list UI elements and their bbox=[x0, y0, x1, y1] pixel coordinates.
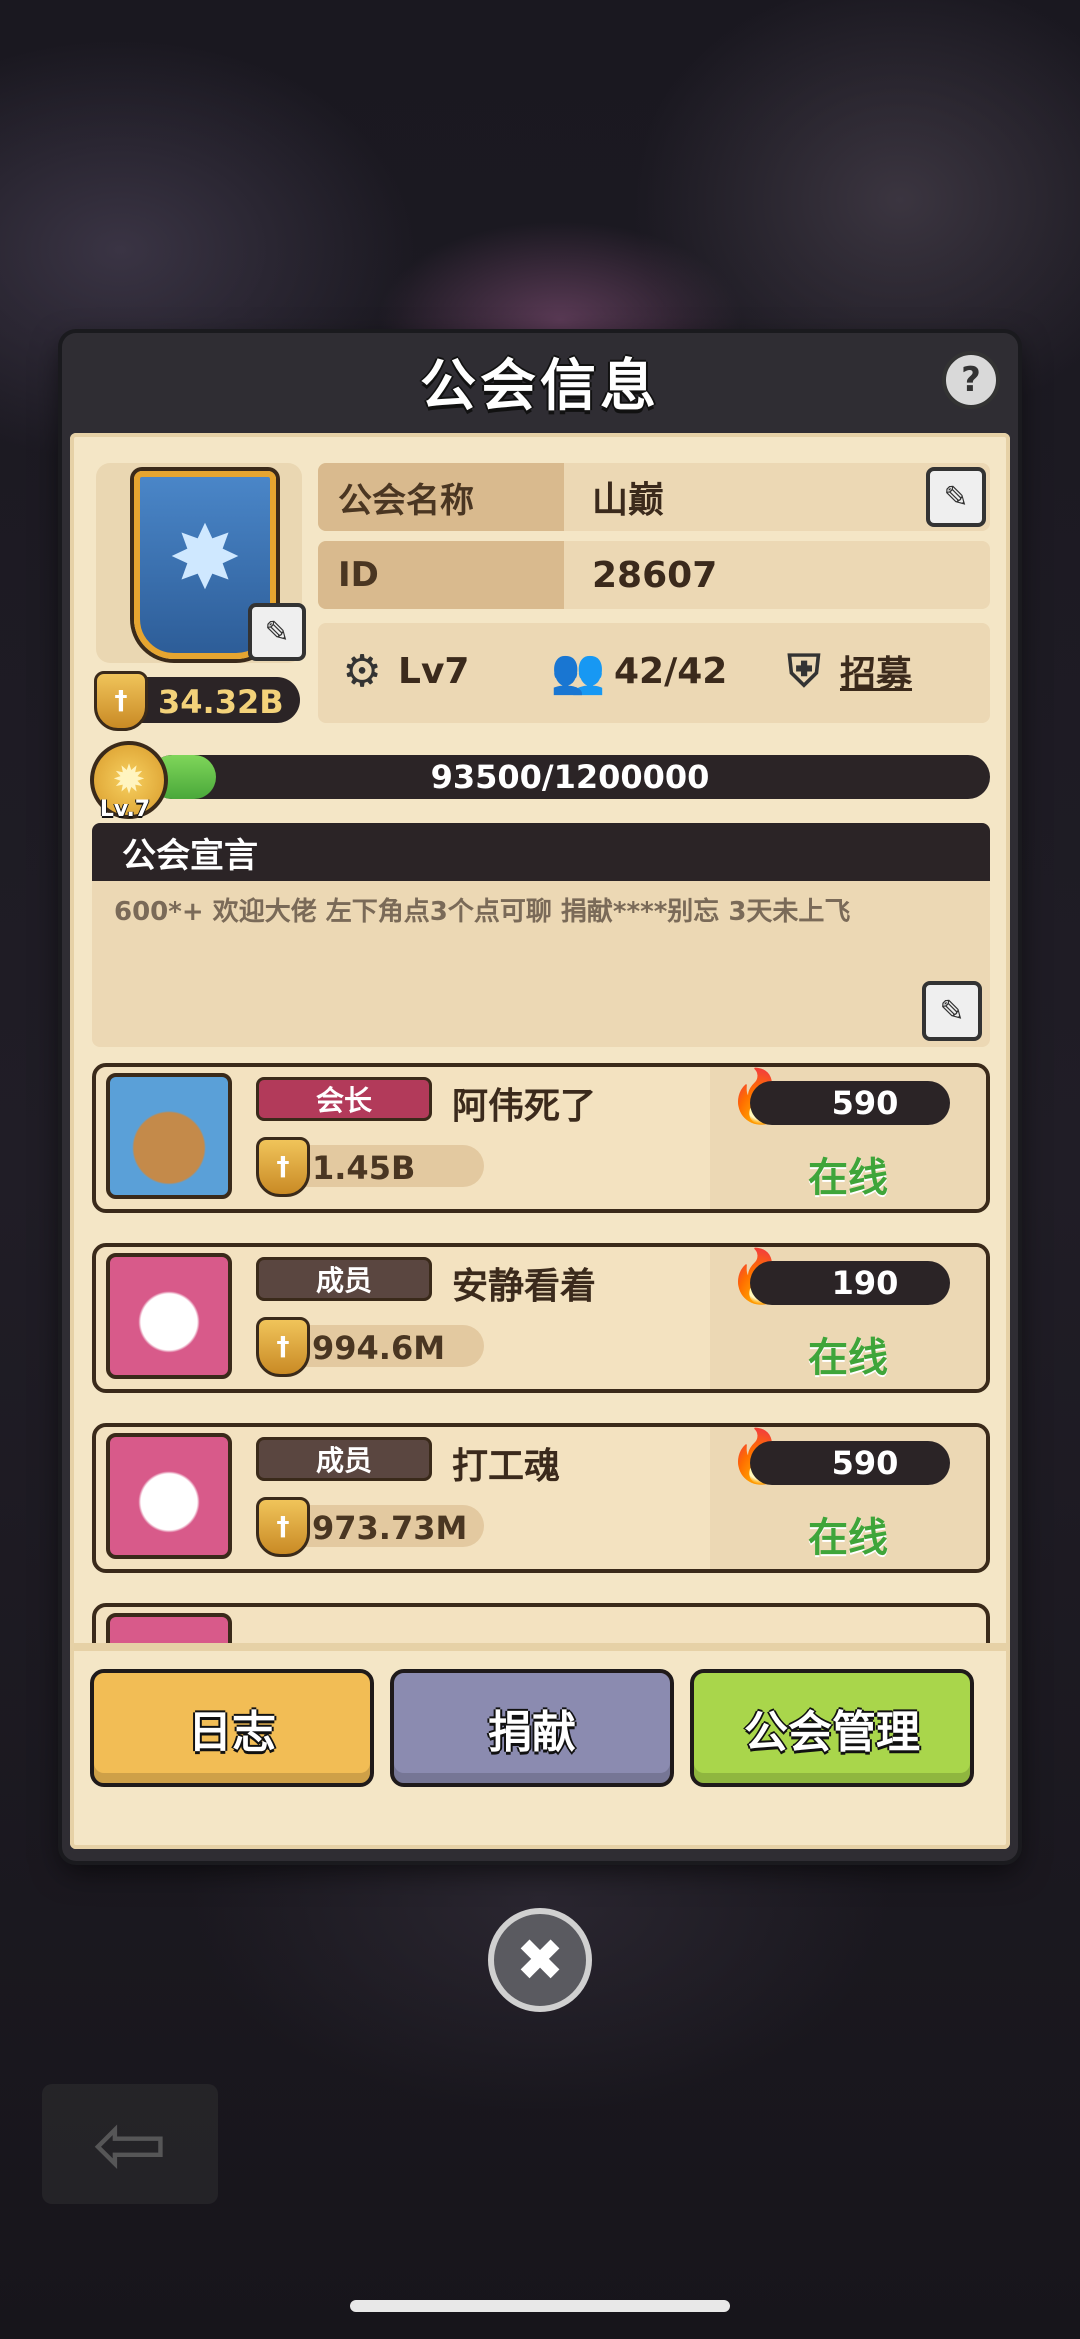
guild-power: † 34.32B bbox=[94, 671, 300, 731]
guild-exp-text: 93500/1200000 bbox=[430, 758, 710, 796]
member-name: 安静看着 bbox=[452, 1266, 597, 1307]
guild-id-value: 28607 bbox=[592, 554, 718, 596]
member-power: † 973.73M bbox=[256, 1497, 484, 1557]
guild-members: 👥 42/42 bbox=[550, 645, 728, 697]
guild-members-value: 42/42 bbox=[614, 650, 728, 692]
member-list[interactable]: 会长 阿伟死了 † 1.45B 🔥 590 在线 成员 安静看着 † bbox=[70, 1063, 1010, 1643]
member-activity: 590 bbox=[750, 1081, 950, 1125]
member-row[interactable] bbox=[92, 1603, 990, 1643]
back-arrow-icon: ⇦ bbox=[92, 2091, 168, 2197]
power-shield-icon: † bbox=[256, 1137, 310, 1197]
footer-divider bbox=[70, 1643, 1010, 1651]
member-power-value: 973.73M bbox=[312, 1509, 468, 1547]
member-status-panel: 🔥 590 在线 bbox=[710, 1067, 986, 1209]
guild-level-value: Lv7 bbox=[398, 650, 470, 692]
guild-exp-bar: 93500/1200000 bbox=[150, 755, 990, 799]
member-row[interactable]: 成员 打工魂 † 973.73M 🔥 590 在线 bbox=[92, 1423, 990, 1573]
power-shield-icon: † bbox=[256, 1317, 310, 1377]
edit-icon: ✎ bbox=[943, 479, 969, 515]
member-power-value: 994.6M bbox=[312, 1329, 446, 1367]
close-icon: ✖ bbox=[515, 1926, 565, 1994]
guild-name-value: 山巅 bbox=[592, 480, 665, 521]
power-shield-icon: † bbox=[256, 1497, 310, 1557]
announcement-body: 600*+ 欢迎大佬 左下角点3个点可聊 捐献****别忘 3天未上飞 ✎ bbox=[92, 881, 990, 1047]
member-power-value: 1.45B bbox=[312, 1149, 416, 1187]
panel-body: ✸ ✎ † 34.32B 公会名称 山巅 ✎ ID 28607 ⚙ Lv7 👥 … bbox=[70, 433, 1010, 1849]
member-name: 阿伟死了 bbox=[452, 1086, 597, 1127]
close-button[interactable]: ✖ bbox=[488, 1908, 592, 2012]
member-name: 打工魂 bbox=[452, 1446, 561, 1487]
star-emblem-icon: ✸ bbox=[168, 506, 242, 609]
member-activity: 190 bbox=[750, 1261, 950, 1305]
guild-name-label: 公会名称 bbox=[318, 463, 564, 531]
home-indicator bbox=[350, 2300, 730, 2312]
power-shield-icon: † bbox=[94, 671, 148, 731]
member-power: † 1.45B bbox=[256, 1137, 484, 1197]
guild-level: ⚙ Lv7 bbox=[336, 645, 469, 697]
member-online-status: 在线 bbox=[808, 1155, 888, 1201]
guild-banner-frame: ✸ ✎ bbox=[96, 463, 306, 663]
guild-id-row: ID 28607 bbox=[318, 541, 990, 609]
member-role-tag: 成员 bbox=[256, 1437, 432, 1481]
edit-icon: ✎ bbox=[939, 993, 965, 1029]
member-status-panel: 🔥 590 在线 bbox=[710, 1427, 986, 1569]
banner-edit-button[interactable]: ✎ bbox=[248, 603, 306, 661]
avatar bbox=[106, 1613, 232, 1643]
log-button[interactable]: 日志 bbox=[90, 1669, 374, 1787]
announcement-edit-button[interactable]: ✎ bbox=[922, 981, 982, 1041]
capybara-avatar bbox=[106, 1073, 232, 1199]
recruit-link[interactable]: ⛨ 招募 bbox=[778, 645, 913, 697]
member-power: † 994.6M bbox=[256, 1317, 484, 1377]
help-button[interactable]: ? bbox=[942, 351, 1000, 409]
guild-name-row: 公会名称 山巅 ✎ bbox=[318, 463, 990, 531]
gear-icon: ⚙ bbox=[342, 645, 382, 697]
guild-name-edit-button[interactable]: ✎ bbox=[926, 467, 986, 527]
member-status-panel: 🔥 190 在线 bbox=[710, 1247, 986, 1389]
guild-power-value: 34.32B bbox=[158, 683, 284, 721]
member-role-tag: 会长 bbox=[256, 1077, 432, 1121]
panel-title: 公会信息 bbox=[420, 353, 660, 419]
guild-id-label: ID bbox=[318, 541, 564, 609]
member-role-tag: 成员 bbox=[256, 1257, 432, 1301]
member-row[interactable]: 会长 阿伟死了 † 1.45B 🔥 590 在线 bbox=[92, 1063, 990, 1213]
dragon-avatar bbox=[106, 1253, 232, 1379]
member-activity: 590 bbox=[750, 1441, 950, 1485]
member-row[interactable]: 成员 安静看着 † 994.6M 🔥 190 在线 bbox=[92, 1243, 990, 1393]
member-online-status: 在线 bbox=[808, 1515, 888, 1561]
donate-button[interactable]: 捐献 bbox=[390, 1669, 674, 1787]
edit-icon: ✎ bbox=[264, 614, 290, 650]
announcement-title: 公会宣言 bbox=[92, 823, 990, 881]
guild-stats-row: ⚙ Lv7 👥 42/42 ⛨ 招募 bbox=[318, 623, 990, 723]
member-online-status: 在线 bbox=[808, 1335, 888, 1381]
guild-info-panel: 公会信息 ? ✸ ✎ † 34.32B 公会名称 山巅 ✎ ID 28607 ⚙… bbox=[62, 333, 1018, 1861]
announcement-text: 600*+ 欢迎大佬 左下角点3个点可聊 捐献****别忘 3天未上飞 bbox=[114, 897, 851, 927]
recruit-label: 招募 bbox=[840, 654, 913, 695]
recruit-shield-icon: ⛨ bbox=[787, 645, 821, 697]
guild-manage-button[interactable]: 公会管理 bbox=[690, 1669, 974, 1787]
back-button[interactable]: ⇦ bbox=[42, 2084, 218, 2204]
members-icon: 👥 bbox=[550, 646, 606, 697]
dragon-avatar bbox=[106, 1433, 232, 1559]
guild-level-badge-text: Lv.7 bbox=[99, 797, 151, 822]
